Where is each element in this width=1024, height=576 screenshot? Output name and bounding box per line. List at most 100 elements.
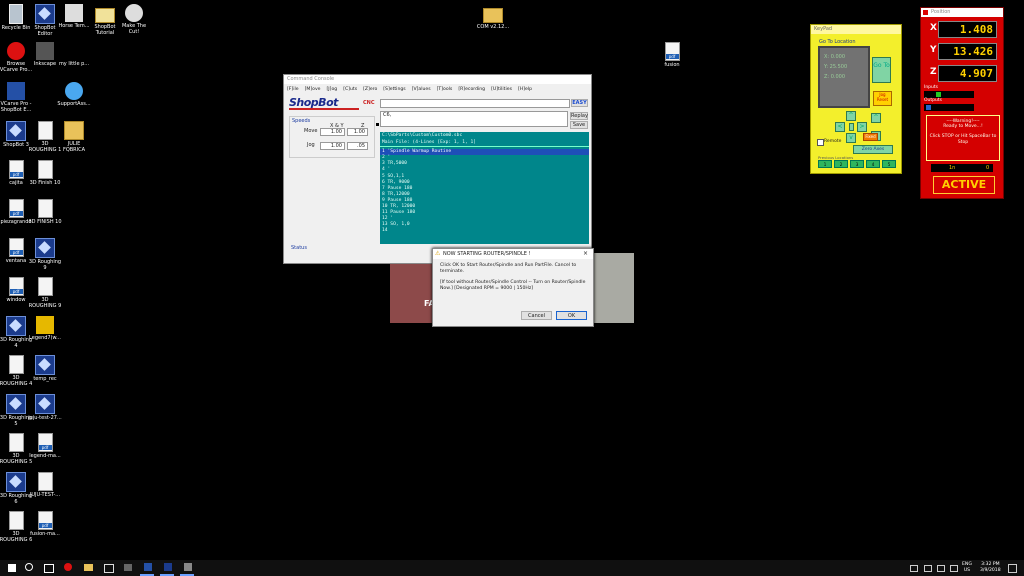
recycle-bin-icon [9, 4, 23, 24]
menu-zero[interactable]: [Z]ero [363, 87, 377, 92]
desktop-icon-legend-ma[interactable]: legend-ma... [28, 433, 62, 459]
vcarve-icon [7, 82, 25, 100]
menu-cuts[interactable]: [C]uts [343, 87, 357, 92]
command-input[interactable] [380, 99, 570, 108]
task-view-icon[interactable] [44, 564, 54, 573]
zero-axes-button[interactable]: Zero Axes [853, 145, 893, 154]
vcarve-taskbar-icon[interactable] [144, 563, 152, 571]
desktop-icon-make-the-cut[interactable]: Make The Cut! [117, 4, 151, 35]
desktop-icon-vcarve-pro[interactable]: VCarve Pro - ShopBot E... [0, 82, 33, 113]
app-icon [923, 10, 928, 15]
desktop-icon-fusion-ma[interactable]: fusion-ma... [28, 511, 62, 537]
notifications-icon[interactable] [1008, 564, 1017, 573]
support-icon [65, 82, 83, 100]
command-console-window[interactable]: Command Console [F]ile [M]ove [J]og [C]uts [… [283, 74, 592, 264]
jog-right-button[interactable]: > [857, 122, 867, 132]
position-titlebar[interactable]: Position [921, 8, 1003, 17]
app-icon [36, 316, 54, 334]
jog-z-up-button[interactable]: ^ [871, 113, 881, 123]
move-xy-input[interactable]: 1.00 [320, 128, 345, 136]
fixed-button[interactable]: Fixed [863, 133, 878, 141]
menu-jog[interactable]: [J]og [327, 87, 338, 92]
desktop-icon-juju-test-b[interactable]: JUJU-TEST-... [28, 472, 62, 498]
keypad-titlebar[interactable]: KeyPad [811, 25, 901, 34]
partfile-listing[interactable]: C:\SbParts\Custom\Custom0.sbc Main File:… [380, 132, 589, 244]
document-icon [37, 121, 53, 140]
main-file-info: Main File: (4-Lines [Exp: 1, 1, 1] [380, 140, 589, 148]
desktop-icon-juju-test[interactable]: juju-test-27... [28, 394, 62, 421]
jog-center[interactable] [849, 123, 854, 131]
command-history-field[interactable]: C6, [380, 111, 568, 127]
app-taskbar-icon-2[interactable] [184, 563, 192, 571]
jog-up-button[interactable]: ^ [846, 111, 856, 121]
region: US [963, 568, 971, 573]
location-1-button[interactable]: 1 [818, 160, 832, 168]
desktop-icon-3d-finish-10[interactable]: 3D Finish 10 [28, 160, 62, 186]
desktop-icon-julie-fqbrica[interactable]: JULIE FQBRICA [57, 121, 91, 153]
desktop-icon-legend7[interactable]: Legend7(w... [28, 316, 62, 341]
network-icon[interactable] [924, 565, 932, 572]
start-spindle-dialog[interactable]: ⚠ NOW STARTING ROUTER/SPINDLE ! × Click … [432, 248, 594, 327]
menu-values[interactable]: [V]alues [412, 87, 431, 92]
app-taskbar-icon[interactable] [124, 564, 132, 571]
outputs-label: Outputs [924, 98, 942, 103]
dialog-titlebar[interactable]: ⚠ NOW STARTING ROUTER/SPINDLE ! × [433, 249, 593, 259]
keypad-window[interactable]: KeyPad Go To Location X: 0.000 Y: 25.500… [810, 24, 902, 174]
opera-taskbar-icon[interactable] [64, 563, 72, 571]
menu-recording[interactable]: [R]ecording [458, 87, 485, 92]
desktop-icon-3d-roughing-9[interactable]: 3D Roughing 9 [28, 238, 62, 271]
desktop-icon-3d-roughing-9b[interactable]: 3D ROUGHING 9 [28, 277, 62, 309]
menu-settings[interactable]: [S]ettings [383, 87, 405, 92]
shopbot-icon [6, 316, 26, 336]
status-label: Status [291, 245, 307, 251]
mail-icon[interactable] [104, 564, 114, 573]
console-titlebar[interactable]: Command Console [284, 75, 591, 84]
ok-button[interactable]: OK [556, 311, 587, 320]
jog-down-button[interactable]: v [846, 133, 856, 143]
position-window[interactable]: Position X 1.408 Y 13.426 Z 4.907 Inputs… [920, 7, 1004, 199]
jog-xy-input[interactable]: 1.00 [320, 142, 345, 150]
clock[interactable]: 3:32 PM 3/9/2018 [980, 562, 1001, 574]
location-4-button[interactable]: 4 [866, 160, 880, 168]
jog-z-input[interactable]: .05 [347, 142, 368, 150]
readout-x: X: 0.000 [824, 54, 846, 60]
jog-left-button[interactable]: < [835, 122, 845, 132]
location-2-button[interactable]: 2 [834, 160, 848, 168]
desktop-icon-temp-rec[interactable]: temp_rec [28, 355, 62, 382]
menu-utilities[interactable]: [U]tilities [491, 87, 512, 92]
desktop-icon-com[interactable]: COM v2.12... [476, 4, 510, 30]
remote-checkbox[interactable] [817, 139, 824, 146]
desktop-icon-my-little-p[interactable]: my little p... [57, 42, 91, 67]
desktop-icon-supportassist[interactable]: SupportAss... [57, 82, 91, 107]
arrow-left-icon: < [837, 123, 843, 130]
language-indicator[interactable]: ENG US [962, 562, 972, 574]
battery-icon[interactable] [950, 565, 958, 572]
desktop-icon-3d-finish-10b[interactable]: 3D FINISH 10 [28, 199, 62, 225]
dialog-title: NOW STARTING ROUTER/SPINDLE ! [443, 251, 531, 257]
tray-icon[interactable] [910, 565, 918, 572]
cancel-button[interactable]: Cancel [521, 311, 552, 320]
desktop-icon-fusion[interactable]: fusion [655, 42, 689, 68]
close-icon[interactable]: × [583, 250, 588, 257]
replay-button[interactable]: Replay [570, 112, 588, 120]
menu-tools[interactable]: [T]ools [437, 87, 453, 92]
move-z-input[interactable]: 1.00 [347, 128, 368, 136]
goto-button[interactable]: Go To [872, 57, 891, 83]
location-3-button[interactable]: 3 [850, 160, 864, 168]
menu-move[interactable]: [M]ove [305, 87, 321, 92]
menu-file[interactable]: [F]ile [287, 87, 299, 92]
menu-help[interactable]: [H]elp [518, 87, 532, 92]
volume-icon[interactable] [937, 565, 945, 572]
windows-start-icon[interactable] [8, 564, 16, 572]
jog-reset-button[interactable]: Jog Reset [873, 91, 892, 106]
desktop-icon-horse-template[interactable]: Horse Tem... [57, 4, 91, 29]
search-icon[interactable] [25, 563, 33, 571]
file-explorer-icon[interactable] [84, 564, 93, 571]
shopbot-taskbar-icon[interactable] [164, 563, 172, 571]
document-icon [37, 472, 53, 491]
easy-button[interactable]: EASY [571, 99, 588, 107]
active-status[interactable]: ACTIVE [933, 176, 995, 194]
save-button[interactable]: Save [570, 121, 588, 129]
location-5-button[interactable]: 5 [882, 160, 896, 168]
z-axis-label: Z [930, 67, 937, 77]
